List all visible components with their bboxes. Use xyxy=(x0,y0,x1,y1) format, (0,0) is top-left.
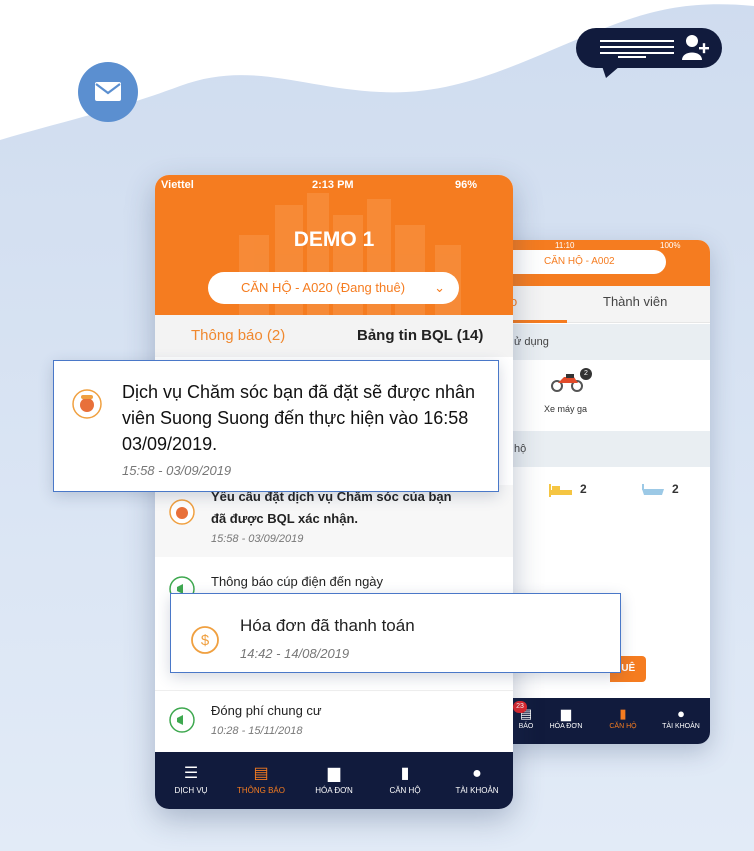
nav-apartment[interactable]: ▮ CĂN HỘ xyxy=(369,752,441,809)
notification-tabs: Thông báo (2) Bảng tin BQL (14) xyxy=(155,315,513,357)
announcement-icon xyxy=(169,707,195,733)
svg-text:$: $ xyxy=(201,632,210,649)
bedroom-count: 2 xyxy=(580,482,587,496)
popup-time: 15:58 - 03/09/2019 xyxy=(122,463,232,478)
unit-select[interactable]: CĂN HỘ - A020 (Đang thuê) ⌄ xyxy=(208,272,459,304)
bathroom-count: 2 xyxy=(672,482,679,496)
page-title: DEMO 1 xyxy=(293,228,375,251)
nav-invoice[interactable]: ▆ HÓA ĐƠN xyxy=(538,698,594,744)
nav-notifications[interactable]: ▤ THÔNG BÁO xyxy=(225,752,297,809)
popup-message: Dịch vụ Chăm sóc bạn đã đặt sẽ được nhân… xyxy=(122,382,476,454)
front-phone-screen: Viettel 2:13 PM 96% DEMO 1 CĂN HỘ - A020… xyxy=(155,175,513,809)
list-item-time: 15:58 - 03/09/2019 xyxy=(211,533,304,545)
vehicle-count-badge: 2 xyxy=(580,368,592,380)
status-battery: 100% xyxy=(660,241,681,250)
service-icon xyxy=(72,389,102,419)
nav-account[interactable]: ● TÀI KHOẢN xyxy=(441,752,513,809)
nav-invoice[interactable]: ▆ HÓA ĐƠN xyxy=(298,752,370,809)
dollar-icon: $ xyxy=(191,626,219,654)
list-item[interactable]: Đóng phí chung cư 10:28 - 15/11/2018 xyxy=(155,690,513,752)
nav-account[interactable]: ● TÀI KHOẢN xyxy=(653,698,709,744)
apartment-icon: ▮ xyxy=(400,765,410,782)
nav-label: DỊCH VỤ xyxy=(174,786,208,795)
bed-icon xyxy=(549,484,572,497)
nav-services[interactable]: ☰ DỊCH VỤ xyxy=(155,752,227,809)
nav-label: HÓA ĐƠN xyxy=(315,786,353,795)
status-battery: 96% xyxy=(455,179,478,191)
list-item-title: Thông báo cúp điện đến ngày xyxy=(211,574,384,589)
nav-label: TÀI KHOẢN xyxy=(455,786,499,795)
list-item[interactable]: Yêu cầu đặt dịch vụ Chăm sóc của bạn đã … xyxy=(155,485,513,557)
services-icon: ☰ xyxy=(183,765,199,782)
nav-label: CĂN HỘ xyxy=(389,786,421,795)
nav-label: CĂN HỘ xyxy=(609,723,637,730)
mail-icon xyxy=(78,62,138,122)
tab-board-news[interactable]: Bảng tin BQL (14) xyxy=(357,327,483,344)
invoice-icon: ▆ xyxy=(561,706,571,721)
bedroom-item: 2 xyxy=(548,480,598,500)
nav-label: BÁO xyxy=(518,723,534,730)
list-item-time: 10:28 - 15/11/2018 xyxy=(211,725,303,737)
notification-icon: ▤ xyxy=(253,765,269,782)
chevron-down-icon: ⌄ xyxy=(434,280,445,295)
chat-bubble-icon xyxy=(576,28,722,78)
service-notification-popup[interactable]: Dịch vụ Chăm sóc bạn đã đặt sẽ được nhân… xyxy=(53,360,499,492)
nav-apartment[interactable]: ▮ CĂN HỘ xyxy=(595,698,651,744)
nav-label: THÔNG BÁO xyxy=(236,786,285,795)
list-item-title-line2: đã được BQL xác nhận. xyxy=(211,511,359,526)
popup-message: Hóa đơn đã thanh toán xyxy=(240,616,415,635)
service-icon xyxy=(169,499,195,525)
status-time: 2:13 PM xyxy=(312,179,354,191)
bathroom-item: 2 xyxy=(640,480,690,500)
apartment-icon: ▮ xyxy=(619,706,627,721)
account-icon: ● xyxy=(472,765,482,782)
unit-select-value: CĂN HỘ - A020 (Đang thuê) xyxy=(241,280,406,295)
status-carrier: Viettel xyxy=(161,179,194,191)
popup-time: 14:42 - 14/08/2019 xyxy=(240,646,350,661)
invoice-icon: ▆ xyxy=(327,765,341,782)
notification-badge: 23 xyxy=(513,701,527,713)
nav-label: TÀI KHOẢN xyxy=(662,723,700,730)
front-phone-header: Viettel 2:13 PM 96% DEMO 1 CĂN HỘ - A020… xyxy=(155,175,513,315)
invoice-notification-popup[interactable]: $ Hóa đơn đã thanh toán 14:42 - 14/08/20… xyxy=(170,593,621,673)
vehicle-item[interactable]: 2 Xe máy ga xyxy=(532,368,602,420)
tab-members[interactable]: Thành viên xyxy=(603,294,667,309)
list-item-title: Đóng phí chung cư xyxy=(211,703,322,718)
vehicle-label: Xe máy ga xyxy=(544,404,588,414)
tab-notifications[interactable]: Thông báo (2) xyxy=(191,327,285,344)
nav-label: HÓA ĐƠN xyxy=(549,723,583,730)
bottom-nav: ☰ DỊCH VỤ ▤ THÔNG BÁO ▆ HÓA ĐƠN ▮ CĂN HỘ… xyxy=(155,752,513,809)
bathtub-icon xyxy=(642,484,664,495)
account-icon: ● xyxy=(677,706,685,721)
